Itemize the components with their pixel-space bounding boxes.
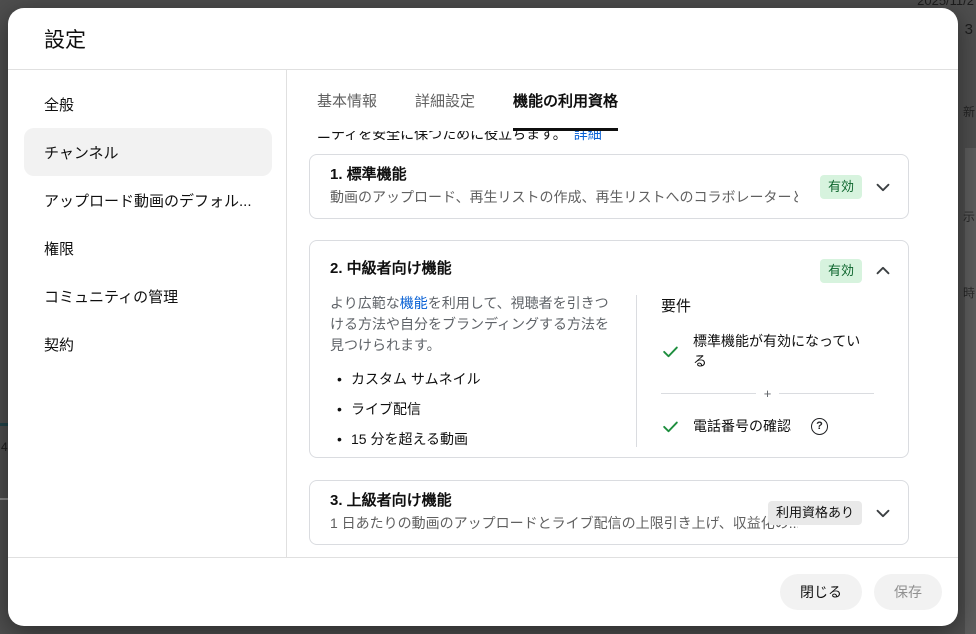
background-date-fragment: 2025/11/2 (917, 0, 974, 8)
background-glyph-fragment: 新 (962, 105, 975, 119)
card-subtitle: 動画のアップロード、再生リストの作成、再生リストへのコラボレーターと新し... (330, 189, 798, 205)
settings-dialog: 設定 全般 チャンネル アップロード動画のデフォル... 権限 コミュニティの管… (8, 8, 958, 626)
dialog-footer: 閉じる 保存 (8, 557, 958, 626)
checkmark-icon (663, 421, 678, 432)
requirement-label: 標準機能が有効になっている (693, 333, 861, 369)
feature-card-advanced[interactable]: 3. 上級者向け機能 1 日あたりの動画のアップロードとライブ配信の上限引き上げ… (309, 480, 909, 545)
card-status-group: 有効 (819, 174, 894, 199)
background-glyph-fragment: 時 (962, 286, 975, 300)
sidebar-item-general[interactable]: 全般 (24, 80, 272, 128)
card-status-group: 利用資格あり (767, 500, 894, 525)
background-axis-number: 4 (1, 440, 8, 454)
sidebar-item-permissions[interactable]: 権限 (24, 224, 272, 272)
background-chart-line (0, 423, 8, 426)
tab-content-scroll-area[interactable]: ニティを安全に保つために役立ちます。 詳細 1. 標準機能 動画のアップロード、再… (287, 131, 958, 557)
background-glyph-fragment: 示 (962, 210, 975, 224)
feature-item: ライブ配信 (337, 399, 616, 419)
intro-text-clipped: ニティを安全に保つために役立ちます。 詳細 (317, 131, 958, 144)
feature-list: カスタム サムネイル ライブ配信 15 分を超える動画 (337, 369, 616, 449)
card-status-group: 有効 (819, 259, 894, 283)
checkmark-icon (663, 346, 678, 357)
background-divider-fragment (0, 498, 8, 500)
channel-tabs: 基本情報 詳細設定 機能の利用資格 (287, 70, 958, 131)
chevron-down-icon[interactable] (872, 502, 894, 524)
feature-item: カスタム サムネイル (337, 369, 616, 389)
feature-card-intermediate: 2. 中級者向け機能 有効 より広範な機能を利用して、視聴者を引きつける方法や自… (309, 240, 909, 458)
tab-basic-info[interactable]: 基本情報 (317, 70, 377, 131)
sidebar-item-agreements[interactable]: 契約 (24, 320, 272, 368)
features-link[interactable]: 機能 (400, 295, 428, 311)
status-badge: 利用資格あり (767, 500, 862, 525)
dialog-header: 設定 (8, 8, 958, 70)
requirement-label: 電話番号の確認 (693, 418, 791, 434)
requirement-row: 標準機能が有効になっている (661, 331, 874, 371)
requirement-row: 電話番号の確認 ? (661, 416, 874, 436)
sidebar-item-channel[interactable]: チャンネル (24, 128, 272, 176)
card-expanded-body: より広範な機能を利用して、視聴者を引きつける方法や自分をブランディングする方法を… (330, 293, 892, 449)
tab-advanced-settings[interactable]: 詳細設定 (415, 70, 475, 131)
card-title: 2. 中級者向け機能 (330, 259, 452, 277)
feature-description: より広範な機能を利用して、視聴者を引きつける方法や自分をブランディングする方法を… (330, 295, 610, 353)
settings-main-panel: 基本情報 詳細設定 機能の利用資格 ニティを安全に保つために役立ちます。 詳細 1… (287, 70, 958, 557)
feature-card-standard[interactable]: 1. 標準機能 動画のアップロード、再生リストの作成、再生リストへのコラボレータ… (309, 154, 909, 219)
dialog-title: 設定 (44, 28, 86, 52)
plus-sign: + (763, 386, 772, 401)
requirements-title: 要件 (661, 298, 692, 315)
sidebar-item-upload-defaults[interactable]: アップロード動画のデフォル... (24, 176, 272, 224)
details-link[interactable]: 詳細 (574, 131, 602, 142)
status-badge: 有効 (819, 259, 862, 283)
feature-item: 15 分を超える動画 (337, 429, 616, 449)
chevron-down-icon[interactable] (872, 176, 894, 198)
card-subtitle: 1 日あたりの動画のアップロードとライブ配信の上限引き上げ、収益化の... (330, 515, 798, 531)
sidebar-item-community[interactable]: コミュニティの管理 (24, 272, 272, 320)
background-number-fragment: 3 (964, 21, 973, 38)
settings-sidebar: 全般 チャンネル アップロード動画のデフォル... 権限 コミュニティの管理 契… (8, 70, 287, 557)
card-title: 3. 上級者向け機能 (330, 492, 452, 509)
intro-text: ニティを安全に保つために役立ちます。 (317, 131, 567, 142)
plus-divider: + (661, 386, 874, 401)
tab-feature-eligibility[interactable]: 機能の利用資格 (513, 70, 619, 131)
card-header[interactable]: 2. 中級者向け機能 (330, 253, 892, 283)
status-badge: 有効 (819, 174, 862, 199)
feature-description-column: より広範な機能を利用して、視聴者を引きつける方法や自分をブランディングする方法を… (330, 293, 636, 449)
requirements-column: 要件 標準機能が有効になっている + 電話番号の確認 ? (637, 293, 892, 449)
help-icon[interactable]: ? (811, 417, 828, 435)
card-title: 1. 標準機能 (330, 166, 407, 183)
dialog-body: 全般 チャンネル アップロード動画のデフォル... 権限 コミュニティの管理 契… (8, 70, 958, 557)
chevron-up-icon[interactable] (872, 260, 894, 282)
save-button[interactable]: 保存 (874, 574, 942, 610)
close-button[interactable]: 閉じる (780, 574, 862, 610)
